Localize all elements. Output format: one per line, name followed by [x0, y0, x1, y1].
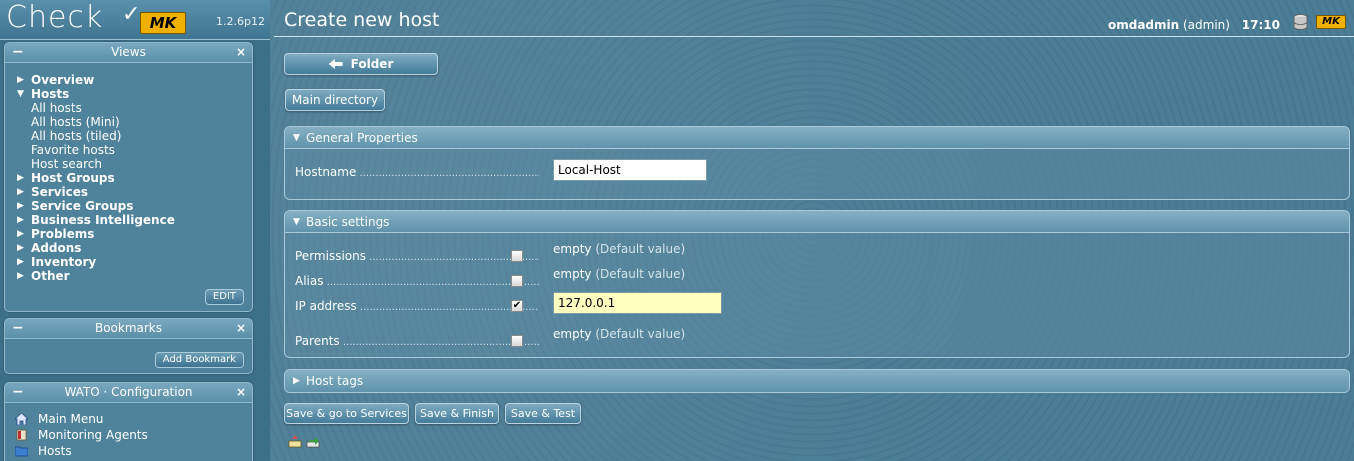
basic-settings-panel: ▼ Basic settings Permissions empty (Defa… [284, 210, 1350, 358]
nav-service-groups[interactable]: ▶ Service Groups [17, 199, 252, 213]
nav-favorite-hosts[interactable]: Favorite hosts [17, 143, 252, 157]
ip-address-checkbox[interactable]: ✔ [511, 300, 523, 312]
parents-checkbox[interactable] [511, 335, 523, 347]
views-header[interactable]: − Views × [5, 43, 252, 63]
collapsed-icon: ▶ [17, 187, 24, 197]
bookmarks-title: Bookmarks [94, 321, 163, 335]
collapsed-icon: ▶ [17, 75, 24, 85]
alias-label: Alias [295, 274, 539, 288]
permissions-checkbox[interactable] [511, 250, 523, 262]
close-icon[interactable]: × [236, 319, 246, 338]
wato-title: WATO · Configuration [64, 385, 193, 399]
collapsed-icon: ▶ [17, 215, 24, 225]
nav-hosts[interactable]: ▼ Hosts [17, 87, 252, 101]
save-finish-button[interactable]: Save & Finish [415, 403, 499, 424]
nav-business-intelligence[interactable]: ▶ Business Intelligence [17, 213, 252, 227]
wato-list: Main Menu Monitoring Agents Hosts [5, 403, 252, 459]
host-tags-header[interactable]: ▶ Host tags [285, 370, 1349, 392]
nav-addons[interactable]: ▶ Addons [17, 241, 252, 255]
mk-logo[interactable]: MK [140, 12, 186, 34]
parents-value: empty (Default value) [553, 327, 686, 341]
expanded-icon: ▼ [293, 217, 300, 227]
reload-icon[interactable] [306, 435, 320, 448]
minimize-icon[interactable]: − [12, 43, 24, 62]
top-bar: Create new host omdadmin (admin) 17:10 M… [274, 0, 1354, 37]
agents-icon [16, 429, 27, 441]
wato-header[interactable]: − WATO · Configuration × [5, 383, 252, 403]
bookmarks-header[interactable]: − Bookmarks × [5, 319, 252, 339]
clock: 17:10 [1241, 18, 1280, 32]
collapsed-icon: ▶ [17, 201, 24, 211]
expanded-icon: ▼ [293, 133, 300, 143]
expanded-icon: ▼ [17, 89, 24, 99]
close-icon[interactable]: × [236, 383, 246, 402]
collapsed-icon: ▶ [17, 229, 24, 239]
collapsed-icon: ▶ [17, 173, 24, 183]
version-label: 1.2.6p12 [216, 15, 265, 28]
wato-hosts[interactable]: Hosts [5, 443, 252, 459]
add-bookmark-button[interactable]: Add Bookmark [154, 352, 244, 368]
minimize-icon[interactable]: − [12, 383, 24, 402]
hostname-label: Hostname [295, 165, 539, 179]
nav-overview[interactable]: ▶ Overview [17, 73, 252, 87]
user-role: (admin) [1183, 18, 1230, 32]
basic-settings-header[interactable]: ▼ Basic settings [285, 211, 1349, 233]
views-list: ▶ Overview ▼ Hosts All hosts All hosts (Mi… [5, 63, 252, 283]
parents-label: Parents [295, 334, 539, 348]
bookmarks-snapin: − Bookmarks × Add Bookmark [4, 318, 253, 374]
nav-host-search[interactable]: Host search [17, 157, 252, 171]
nav-problems[interactable]: ▶ Problems [17, 227, 252, 241]
wato-monitoring-agents[interactable]: Monitoring Agents [5, 427, 252, 443]
user-info: omdadmin (admin) 17:10 [1108, 18, 1280, 32]
hostname-input[interactable]: Local-Host [553, 159, 707, 181]
sidebar-header: Check ✓ MK 1.2.6p12 [0, 0, 270, 40]
database-icon[interactable] [1293, 14, 1308, 30]
general-properties-header[interactable]: ▼ General Properties [285, 127, 1349, 149]
nav-all-hosts-tiled[interactable]: All hosts (tiled) [17, 129, 252, 143]
username[interactable]: omdadmin [1108, 18, 1179, 32]
collapsed-icon: ▶ [293, 376, 300, 386]
permissions-value: empty (Default value) [553, 242, 686, 256]
ip-address-input[interactable]: 127.0.0.1 [553, 292, 722, 314]
collapsed-icon: ▶ [17, 243, 24, 253]
nav-inventory[interactable]: ▶ Inventory [17, 255, 252, 269]
edit-views-button[interactable]: EDIT [204, 289, 244, 305]
general-properties-panel: ▼ General Properties Hostname Local-Host [284, 126, 1350, 200]
host-tags-panel: ▶ Host tags [284, 369, 1350, 393]
nav-host-groups[interactable]: ▶ Host Groups [17, 171, 252, 185]
close-icon[interactable]: × [236, 43, 246, 62]
page-title: Create new host [284, 9, 440, 31]
logo-text[interactable]: Check [6, 0, 103, 35]
views-title: Views [111, 45, 146, 59]
wato-main-menu[interactable]: Main Menu [5, 411, 252, 427]
alias-value: empty (Default value) [553, 267, 686, 281]
minimize-icon[interactable]: − [12, 319, 24, 338]
save-go-to-services-button[interactable]: Save & go to Services [284, 403, 409, 424]
home-icon [15, 413, 28, 425]
logo-check-icon: ✓ [122, 2, 141, 27]
collapsed-icon: ▶ [17, 271, 24, 281]
back-arrow-icon [328, 59, 343, 69]
nav-all-hosts[interactable]: All hosts [17, 101, 252, 115]
main-directory-button[interactable]: Main directory [285, 89, 385, 111]
nav-services[interactable]: ▶ Services [17, 185, 252, 199]
permissions-label: Permissions [295, 249, 539, 263]
wato-snapin: − WATO · Configuration × Main Menu Monit… [4, 382, 253, 461]
folder-icon [15, 446, 28, 457]
folder-button[interactable]: Folder [284, 53, 438, 75]
views-snapin: − Views × ▶ Overview ▼ Hosts All hosts All… [4, 42, 253, 312]
nav-all-hosts-mini[interactable]: All hosts (Mini) [17, 115, 252, 129]
nav-other[interactable]: ▶ Other [17, 269, 252, 283]
sidebar: Check ✓ MK 1.2.6p12 − Views × ▶ Overview … [0, 0, 270, 461]
mk-badge[interactable]: MK [1316, 15, 1346, 29]
add-to-bookmarks-icon[interactable] [288, 435, 302, 448]
collapsed-icon: ▶ [17, 257, 24, 267]
alias-checkbox[interactable] [511, 275, 523, 287]
save-test-button[interactable]: Save & Test [505, 403, 581, 424]
ip-address-label: IP address [295, 299, 539, 313]
